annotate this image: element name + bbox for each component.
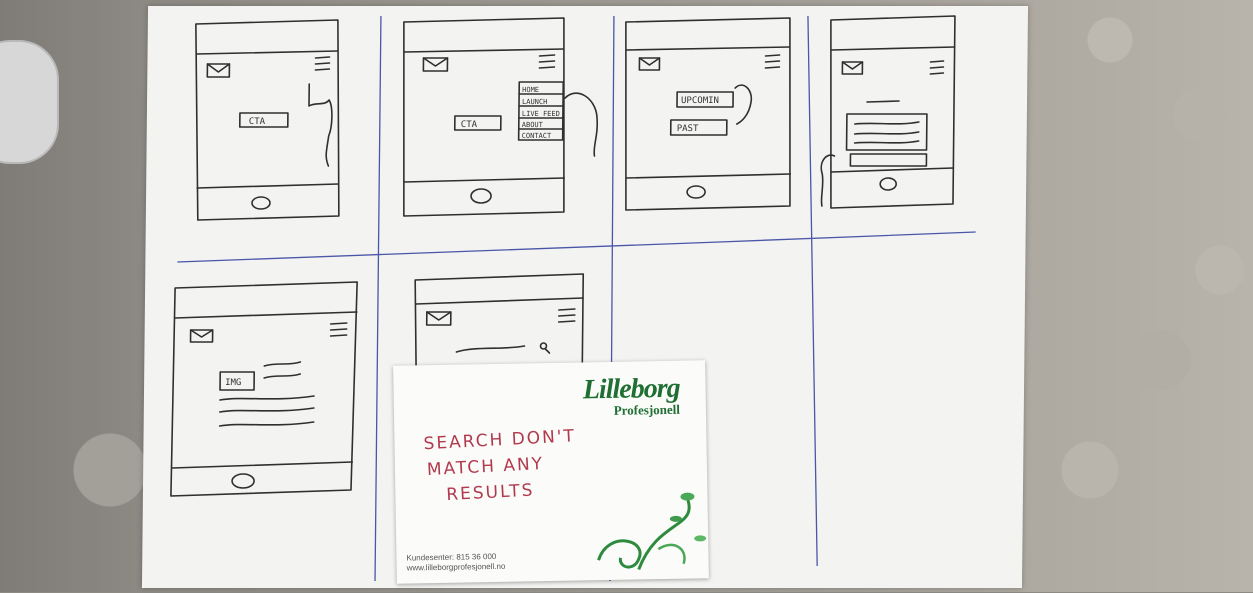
contact-line-2: www.lilleborgprofesjonell.no (406, 561, 506, 573)
sketch-frame-5: IMG (170, 281, 358, 497)
sketch-frame-2: CTA HOME LAUNCH LIVE FEED ABOUT CONTACT (403, 17, 599, 217)
sketch-frame-4 (820, 15, 956, 209)
computer-mouse (0, 40, 59, 164)
grid-horizontal-line (177, 231, 976, 263)
frame2-menu-item-5: CONTACT (522, 132, 552, 140)
frame3-past-label: PAST (677, 124, 699, 134)
frame1-cta-label: CTA (249, 117, 266, 127)
frame3-upcoming-label: UPCOMIN (681, 96, 719, 106)
frame2-cta-label: CTA (461, 120, 478, 130)
grid-vertical-line-3 (807, 15, 818, 567)
brand-name: Lilleborg (582, 372, 680, 406)
contact-info: Kundesenter: 815 36 000 www.lilleborgpro… (406, 552, 505, 574)
sketch-frame-3: UPCOMIN PAST (625, 17, 792, 211)
sketch-frame-1: CTA (195, 19, 340, 221)
decorative-swirl-icon (597, 492, 707, 571)
sketch-frame-6 (414, 273, 585, 377)
frame2-menu-item-2: LAUNCH (522, 98, 547, 106)
brand-logo: Lilleborg Profesjonell (582, 372, 681, 419)
grid-vertical-line-1 (374, 16, 382, 581)
frame2-menu-item-1: HOME (522, 86, 539, 94)
sticky-note: Lilleborg Profesjonell SEARCH DON'T MATC… (393, 360, 709, 584)
frame5-img-label: IMG (225, 378, 241, 388)
frame2-menu-item-4: ABOUT (522, 121, 544, 129)
frame2-menu-item-3: LIVE FEED (522, 110, 560, 118)
